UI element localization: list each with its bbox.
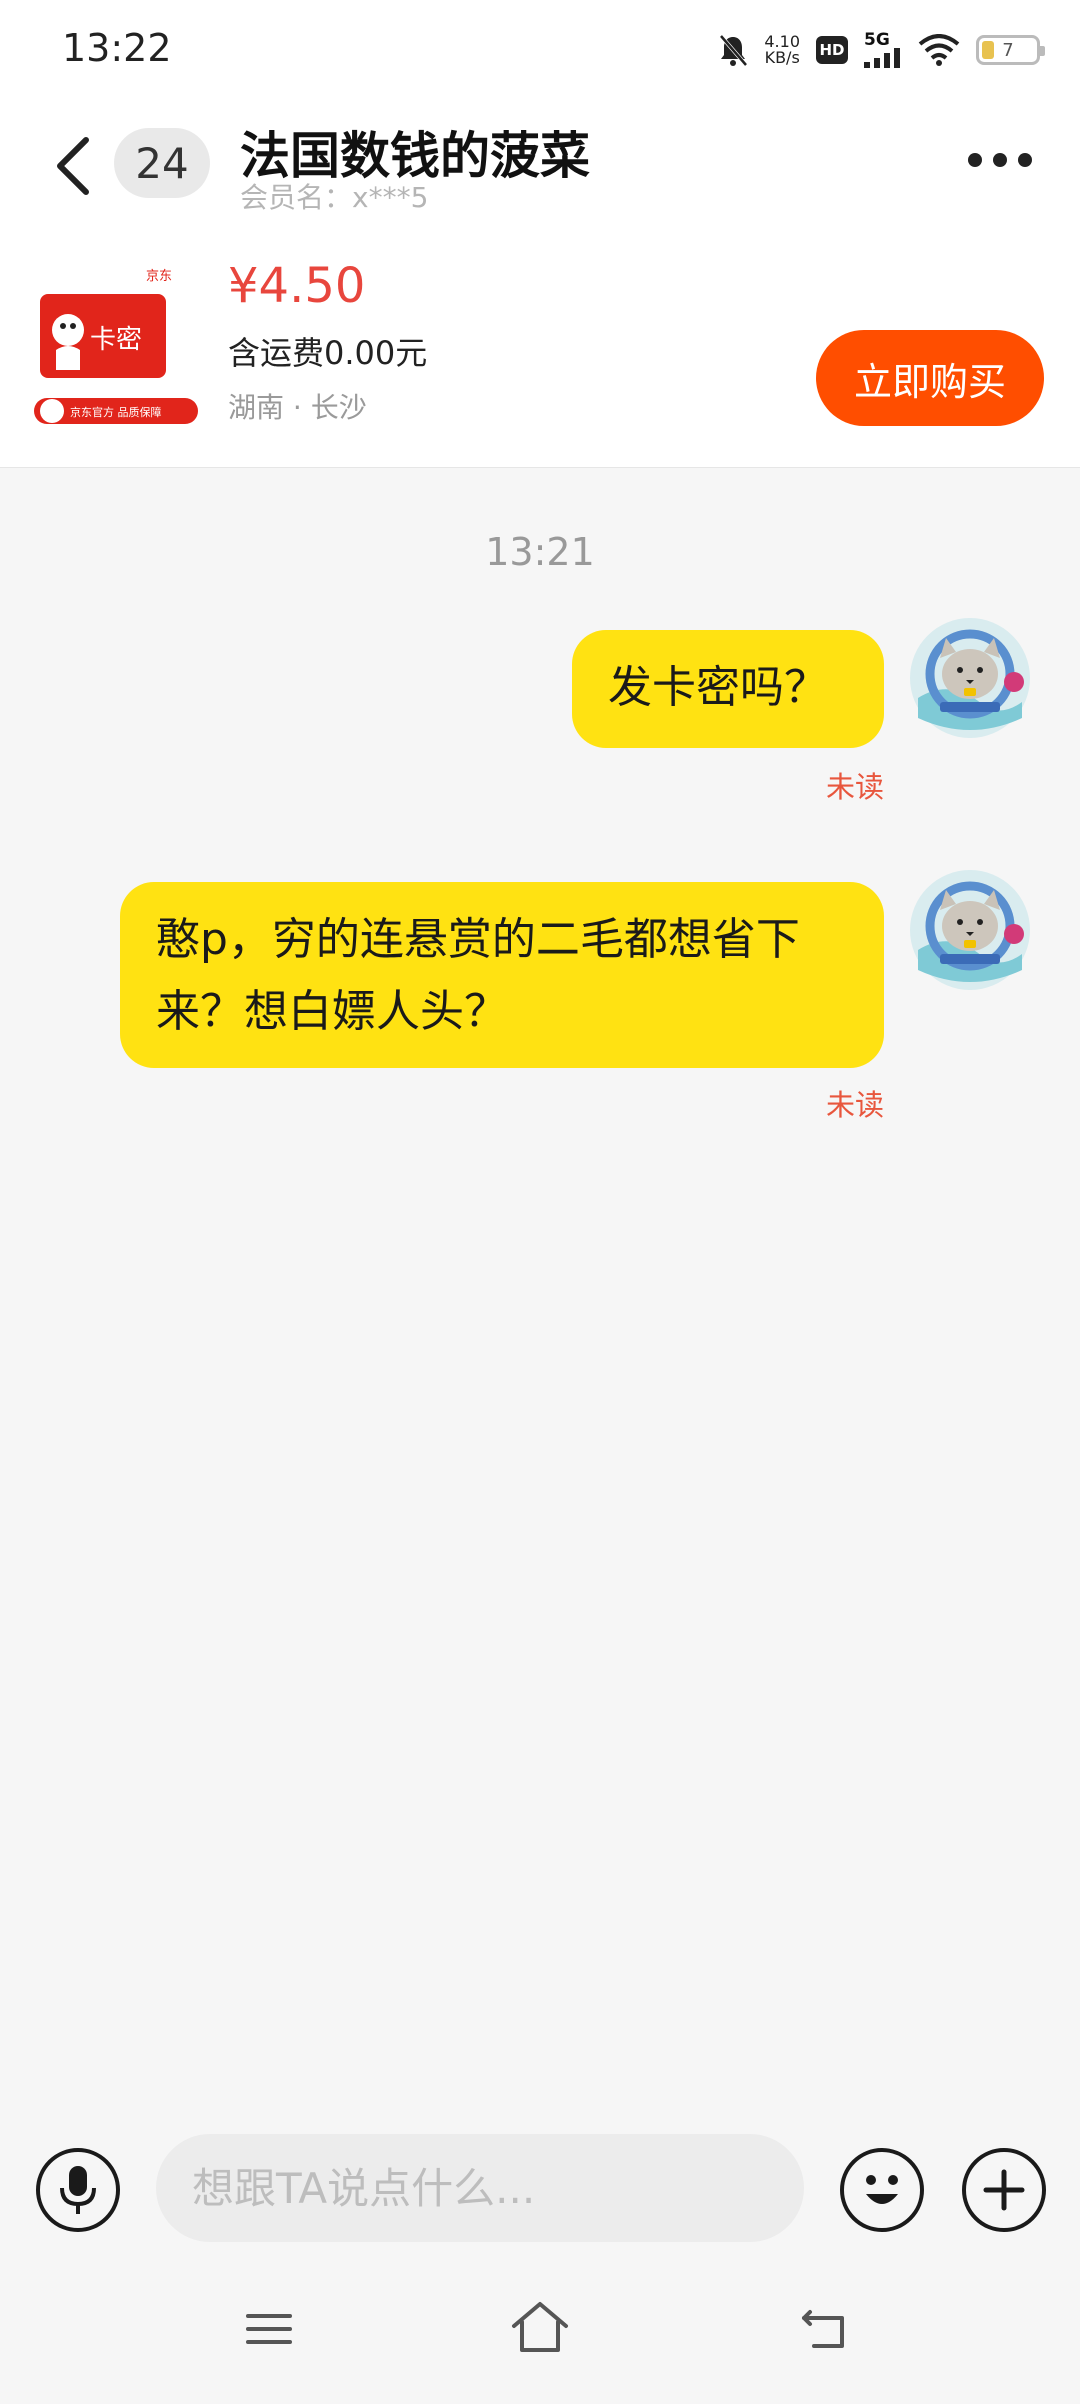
emoji-button[interactable]	[840, 2148, 924, 2232]
product-image[interactable]: 京东 卡密 京东官方 品质保障	[34, 258, 206, 434]
status-time: 13:22	[62, 26, 172, 70]
buy-now-button[interactable]: 立即购买	[816, 330, 1044, 426]
message-bubble[interactable]: 憨p，穷的连悬赏的二毛都想省下来？想白嫖人头？	[120, 882, 884, 1068]
product-card[interactable]: 京东 卡密 京东官方 品质保障 ¥4.50 含运费0.00元 湖南 · 长沙 立…	[0, 230, 1080, 468]
wifi-icon	[918, 34, 960, 66]
emoji-icon	[866, 2175, 898, 2204]
status-icons: 4.10 KB/s HD 5G 7	[718, 28, 1045, 72]
network-speed: 4.10 KB/s	[764, 34, 800, 66]
message-status: 未读	[826, 1088, 885, 1122]
svg-text:京东官方 品质保障: 京东官方 品质保障	[70, 405, 162, 419]
svg-text:卡密: 卡密	[90, 325, 142, 355]
system-nav-bar	[0, 2264, 1080, 2404]
message-status: 未读	[826, 770, 885, 804]
network-type: 5G	[864, 30, 890, 50]
signal-icon	[864, 48, 900, 68]
return-icon[interactable]	[800, 2304, 850, 2354]
more-icon[interactable]	[968, 150, 1032, 170]
chat-screen: 13:22 4.10 KB/s HD 5G 7 24 法国数钱的菠菜 会员名：x…	[0, 0, 1080, 2404]
hd-badge: HD	[816, 36, 848, 64]
plus-button[interactable]	[962, 2148, 1046, 2232]
battery-indicator: 7	[976, 35, 1045, 65]
voice-input-button[interactable]	[36, 2148, 120, 2232]
back-icon[interactable]	[52, 134, 96, 198]
chat-timestamp: 13:21	[485, 530, 595, 574]
home-icon[interactable]	[510, 2300, 570, 2356]
avatar[interactable]	[910, 870, 1030, 990]
menu-icon[interactable]	[244, 2304, 294, 2354]
battery-level: 7	[1002, 39, 1014, 61]
input-bar	[0, 2112, 1080, 2264]
message-input[interactable]	[156, 2134, 804, 2242]
avatar[interactable]	[910, 618, 1030, 738]
mute-bell-icon	[719, 34, 748, 67]
chat-header: 24 法国数钱的菠菜 会员名：x***5	[0, 100, 1080, 230]
message-bubble[interactable]: 发卡密吗？	[572, 630, 884, 748]
microphone-icon	[60, 2166, 96, 2214]
unread-count-badge[interactable]: 24	[114, 128, 210, 198]
product-shipping: 含运费0.00元	[228, 334, 428, 372]
svg-text:京东: 京东	[146, 269, 172, 284]
signal-indicator: 5G	[864, 32, 902, 68]
plus-icon	[983, 2169, 1025, 2211]
product-location: 湖南 · 长沙	[228, 391, 367, 424]
member-name: 会员名：x***5	[240, 181, 429, 214]
status-bar: 13:22 4.10 KB/s HD 5G 7	[0, 0, 1080, 100]
network-speed-unit: KB/s	[764, 48, 800, 67]
product-price: ¥4.50	[228, 258, 366, 314]
